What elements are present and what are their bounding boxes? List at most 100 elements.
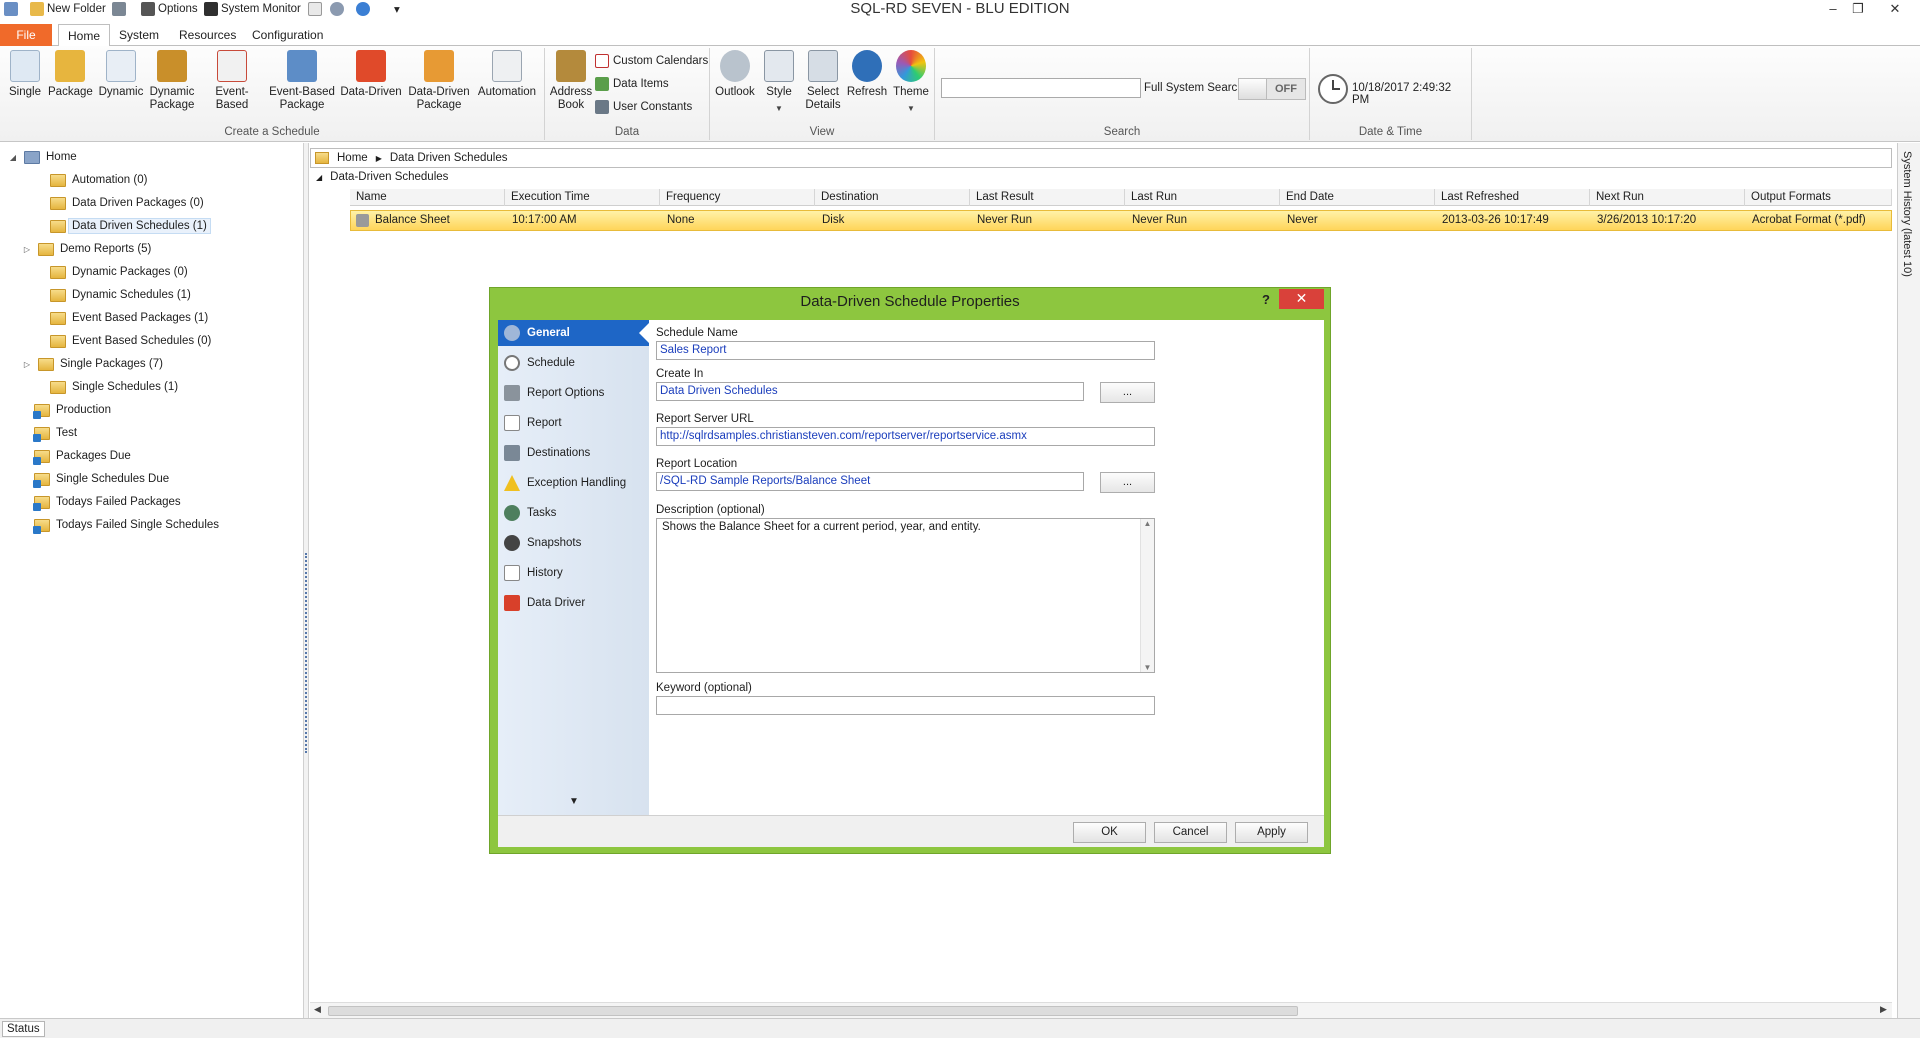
new-folder-button[interactable]: New Folder [30,1,106,17]
tree-item-todays-failed-single-schedules[interactable]: Todays Failed Single Schedules [18,515,219,535]
address-book-button[interactable]: Address Book [549,50,593,112]
nav-snapshots[interactable]: Snapshots [498,530,649,556]
column-header-next-run[interactable]: Next Run [1590,189,1745,206]
theme-button[interactable]: Theme ▼ [890,50,932,115]
schedule-name-input[interactable]: Sales Report [656,341,1155,360]
tree-item-data-driven-schedules[interactable]: Data Driven Schedules (1) [34,216,211,236]
tools-button[interactable] [112,1,126,17]
create-in-browse-button[interactable]: ... [1100,382,1155,403]
tree-item-automation[interactable]: Automation (0) [34,170,147,190]
single-button[interactable]: Single [6,50,44,99]
column-header-output-formats[interactable]: Output Formats [1745,189,1892,206]
dialog-help-button[interactable]: ? [1262,292,1270,307]
nav-report-options[interactable]: Report Options [498,380,649,406]
nav-schedule[interactable]: Schedule [498,350,649,376]
breadcrumb-home[interactable]: Home [337,152,368,164]
horizontal-scrollbar[interactable]: ◀ ▶ [310,1002,1892,1018]
nav-exception-handling[interactable]: Exception Handling [498,470,649,496]
app-icon[interactable] [4,1,18,17]
tree-item-single-schedules[interactable]: Single Schedules (1) [34,377,178,397]
tree-item-single-schedules-due[interactable]: Single Schedules Due [18,469,169,489]
nav-tasks[interactable]: Tasks [498,500,649,526]
description-scrollbar[interactable]: ▲ ▼ [1140,519,1154,672]
tab-home[interactable]: Home [58,24,111,47]
column-header-name[interactable]: Name [350,189,505,206]
outlook-button[interactable]: Outlook [714,50,756,99]
search-input[interactable] [941,78,1141,98]
column-header-last-run[interactable]: Last Run [1125,189,1280,206]
ok-button[interactable]: OK [1073,822,1146,843]
column-header-execution-time[interactable]: Execution Time [505,189,660,206]
info-button[interactable] [330,1,344,17]
tree-item-single-packages[interactable]: ▷ Single Packages (7) [22,354,163,374]
tree-item-home[interactable]: ◢ Home [8,147,77,167]
data-driven-package-button[interactable]: Data-Driven Package [406,50,472,112]
event-based-package-button[interactable]: Event-Based Package [268,50,336,112]
refresh-button[interactable]: Refresh [846,50,888,99]
column-header-last-result[interactable]: Last Result [970,189,1125,206]
package-button[interactable]: Package [48,50,93,99]
tree-item-production[interactable]: Production [18,400,111,420]
tree-item-test[interactable]: Test [18,423,77,443]
tree-item-todays-failed-packages[interactable]: Todays Failed Packages [18,492,181,512]
tab-system[interactable]: System [110,24,168,46]
grid-group-header[interactable]: ◢ Data-Driven Schedules [316,171,448,183]
custom-calendars-button[interactable]: Custom Calendars [595,54,708,68]
restore-button[interactable]: ❐ [1843,0,1873,18]
table-row[interactable]: Balance Sheet 10:17:00 AM None Disk Neve… [350,210,1892,231]
cancel-button[interactable]: Cancel [1154,822,1227,843]
nav-history[interactable]: History [498,560,649,586]
report-location-browse-button[interactable]: ... [1100,472,1155,493]
column-header-frequency[interactable]: Frequency [660,189,815,206]
dynamic-package-button[interactable]: Dynamic Package [148,50,196,112]
scroll-thumb[interactable] [328,1006,1298,1016]
column-header-destination[interactable]: Destination [815,189,970,206]
dialog-close-button[interactable]: ✕ [1279,289,1324,309]
scroll-left-icon[interactable]: ◀ [314,1004,321,1015]
nav-destinations[interactable]: Destinations [498,440,649,466]
nav-data-driver[interactable]: Data Driver [498,590,649,616]
tree-item-dynamic-schedules[interactable]: Dynamic Schedules (1) [34,285,191,305]
tab-file[interactable]: File [0,24,52,46]
automation-button[interactable]: Automation [476,50,538,99]
system-history-panel-tab[interactable]: System History (latest 10) [1897,143,1920,1018]
create-in-input[interactable]: Data Driven Schedules [656,382,1084,401]
tree-item-event-based-schedules[interactable]: Event Based Schedules (0) [34,331,211,351]
customize-quick-access-icon[interactable]: ▾ [394,1,400,17]
user-constants-button[interactable]: User Constants [595,100,692,114]
apply-button[interactable]: Apply [1235,822,1308,843]
nav-general[interactable]: General [498,320,649,346]
system-monitor-button[interactable]: System Monitor [204,1,301,17]
nav-more-icon[interactable]: ▼ [569,796,579,807]
report-location-input[interactable]: /SQL-RD Sample Reports/Balance Sheet [656,472,1084,491]
tab-configuration[interactable]: Configuration [243,24,332,46]
full-system-search-toggle[interactable]: OFF [1238,78,1306,100]
close-window-button[interactable]: ✕ [1880,0,1910,18]
tree-item-packages-due[interactable]: Packages Due [18,446,131,466]
tree-item-demo-reports[interactable]: ▷ Demo Reports (5) [22,239,151,259]
help-button[interactable] [356,1,370,17]
expand-icon[interactable]: ▷ [22,245,32,254]
options-button[interactable]: Options [141,1,198,17]
tab-resources[interactable]: Resources [170,24,245,46]
event-based-button[interactable]: Event-Based [200,50,264,112]
document-button[interactable] [308,1,322,17]
column-header-last-refreshed[interactable]: Last Refreshed [1435,189,1590,206]
style-button[interactable]: Style ▼ [758,50,800,115]
dynamic-button[interactable]: Dynamic [98,50,144,99]
breadcrumb-current[interactable]: Data Driven Schedules [390,152,508,164]
keyword-input[interactable] [656,696,1155,715]
nav-report[interactable]: Report [498,410,649,436]
collapse-icon[interactable]: ◢ [8,153,18,162]
tree-item-event-based-packages[interactable]: Event Based Packages (1) [34,308,208,328]
tree-item-dynamic-packages[interactable]: Dynamic Packages (0) [34,262,188,282]
expand-icon[interactable]: ▷ [22,360,32,369]
scroll-right-icon[interactable]: ▶ [1880,1004,1887,1015]
data-items-button[interactable]: Data Items [595,77,669,91]
select-details-button[interactable]: Select Details [802,50,844,112]
tree-item-data-driven-packages[interactable]: Data Driven Packages (0) [34,193,204,213]
column-header-end-date[interactable]: End Date [1280,189,1435,206]
report-server-url-input[interactable]: http://sqlrdsamples.christiansteven.com/… [656,427,1155,446]
description-textarea[interactable]: Shows the Balance Sheet for a current pe… [656,518,1155,673]
pane-splitter[interactable] [303,143,309,1018]
